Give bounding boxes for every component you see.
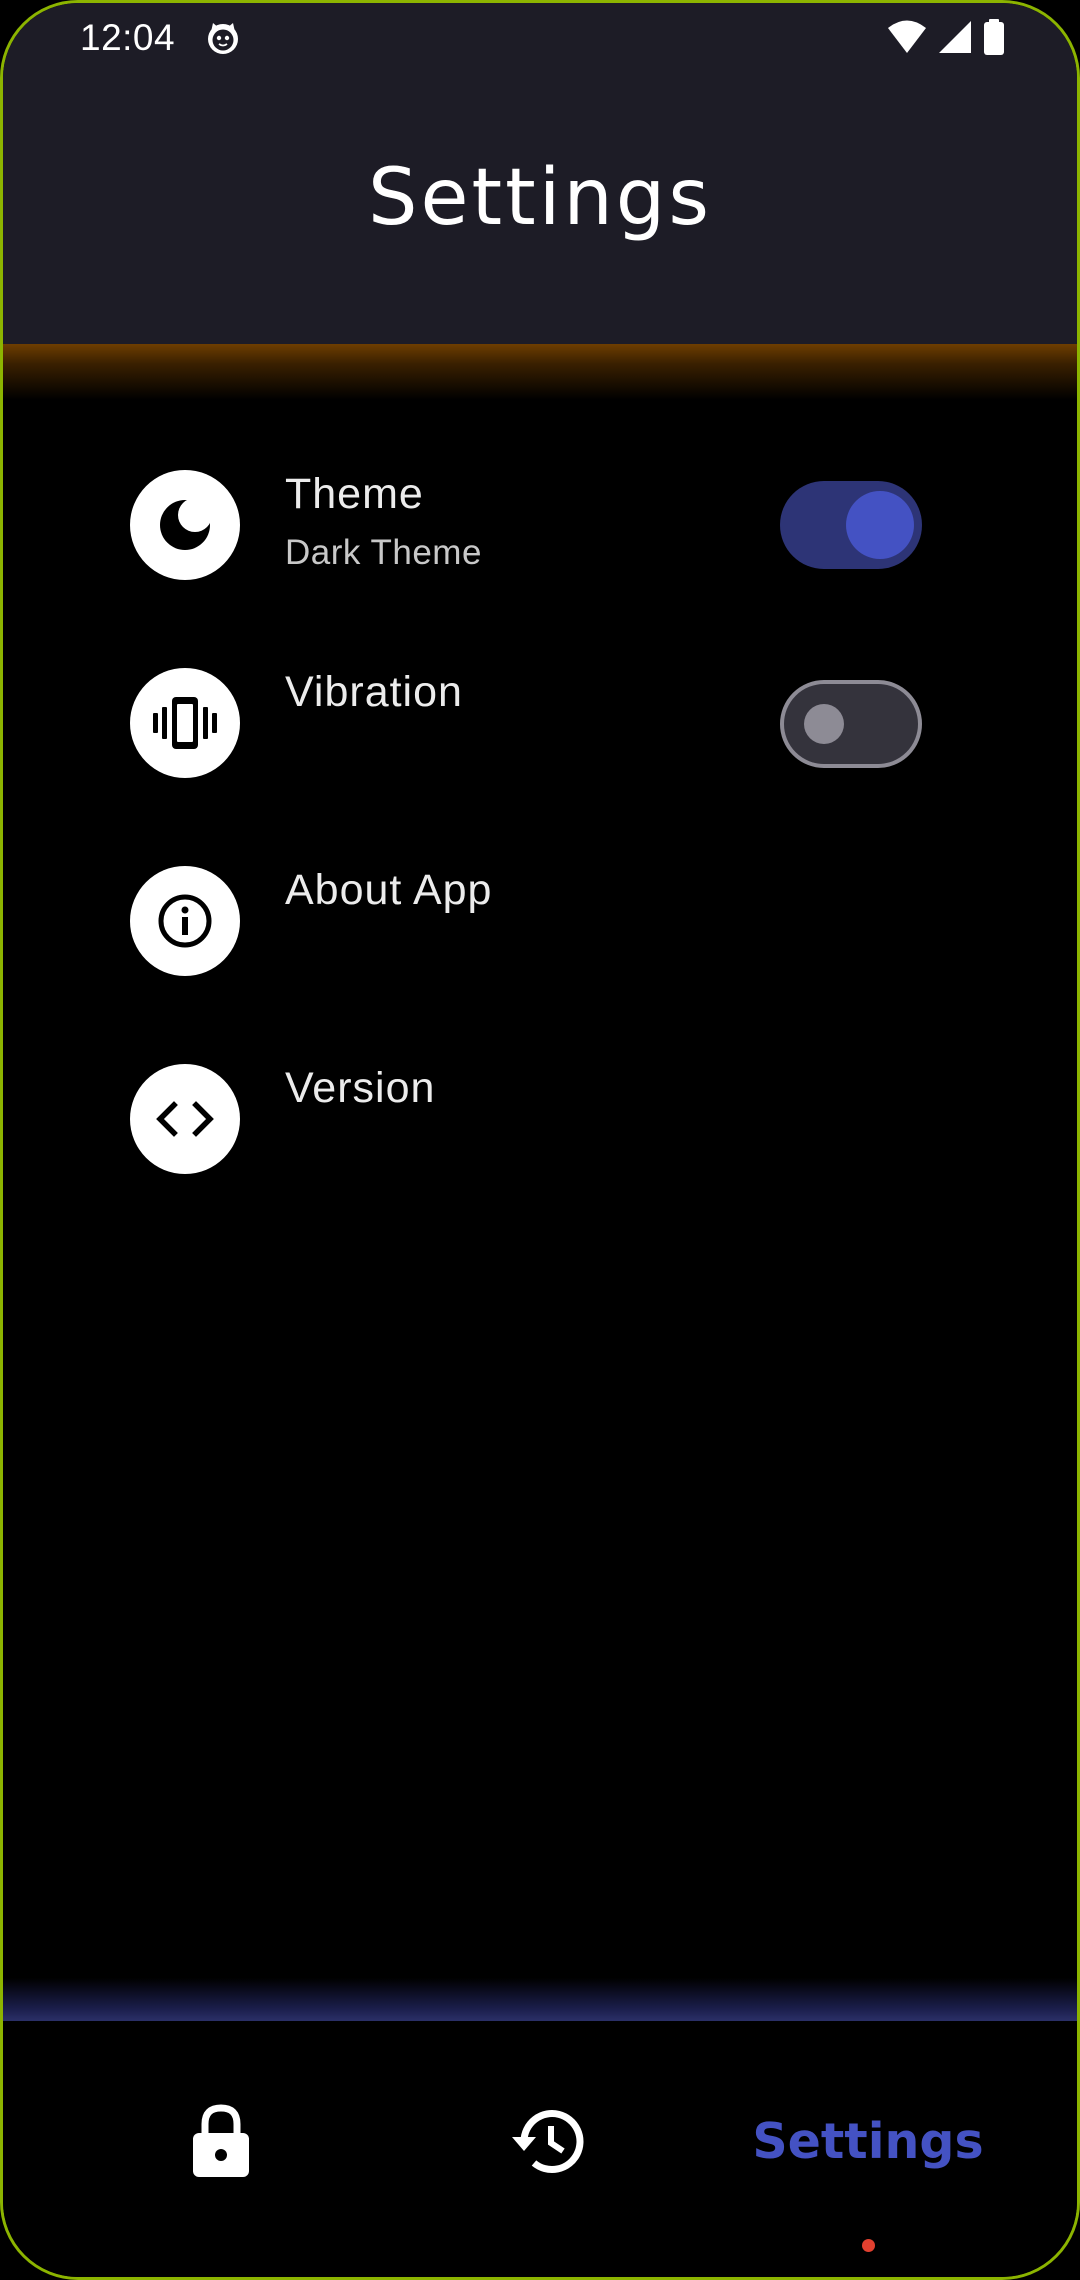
status-icons	[887, 19, 1005, 60]
toggle-knob	[846, 491, 914, 559]
settings-item-version[interactable]: Version	[130, 1064, 950, 1174]
info-icon	[130, 866, 240, 976]
signal-icon	[937, 19, 973, 60]
cat-face-icon	[205, 20, 241, 56]
settings-item-about-app[interactable]: About App	[130, 866, 950, 976]
status-time: 12:04	[80, 17, 176, 58]
lock-icon	[189, 2103, 253, 2184]
bottom-glow	[3, 1978, 1077, 2021]
app-header: 12:04 Settings	[3, 3, 1077, 344]
settings-item-vibration[interactable]: Vibration	[130, 668, 950, 778]
settings-item-label: Theme	[285, 470, 424, 518]
moon-icon	[130, 470, 240, 580]
theme-toggle[interactable]	[780, 481, 922, 569]
settings-item-label: About App	[285, 866, 493, 914]
status-bar: 12:04	[3, 3, 1077, 73]
nav-lock[interactable]	[173, 2096, 268, 2191]
nav-settings-label: Settings	[752, 2112, 984, 2170]
header-glow	[3, 344, 1077, 400]
code-icon	[130, 1064, 240, 1174]
settings-item-label: Version	[285, 1064, 436, 1112]
bottom-nav: Settings	[3, 2021, 1077, 2277]
vibration-toggle[interactable]	[780, 680, 922, 768]
page-title: Settings	[368, 153, 712, 243]
toggle-knob	[804, 704, 844, 744]
active-indicator-dot	[862, 2239, 875, 2252]
nav-settings[interactable]: Settings	[743, 2101, 993, 2181]
battery-icon	[983, 19, 1005, 60]
wifi-icon	[887, 19, 927, 60]
history-icon	[502, 2105, 584, 2182]
settings-item-theme[interactable]: Theme Dark Theme	[130, 470, 950, 580]
settings-item-subtitle: Dark Theme	[285, 533, 482, 572]
vibration-icon	[130, 668, 240, 778]
nav-history[interactable]	[493, 2093, 593, 2193]
settings-item-label: Vibration	[285, 668, 463, 716]
phone-frame: 12:04 Settings Theme Dark Theme Vibratio…	[0, 0, 1080, 2280]
